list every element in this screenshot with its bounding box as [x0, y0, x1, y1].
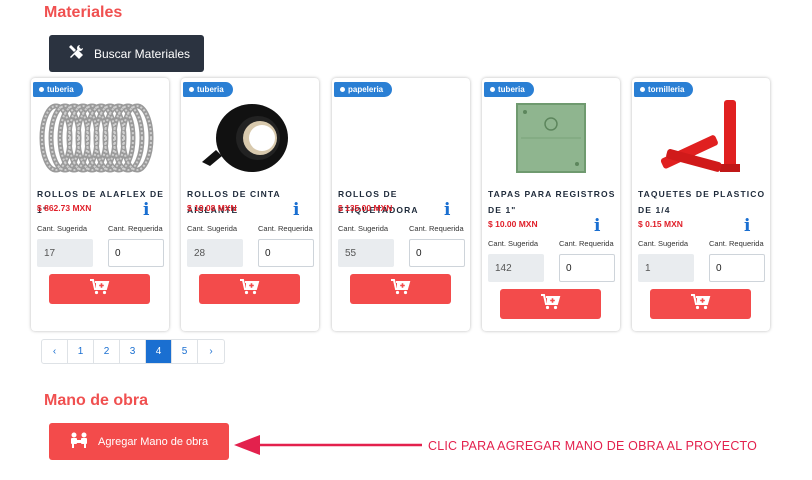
page-2[interactable]: 2	[94, 340, 120, 363]
category-label: tuberia	[47, 85, 74, 94]
add-to-cart-button[interactable]	[350, 274, 451, 304]
add-to-cart-icon	[690, 293, 711, 315]
category-badge: tornilleria	[634, 82, 694, 97]
add-to-cart-icon	[239, 278, 260, 300]
category-badge: tuberia	[33, 82, 83, 97]
product-card: tuberia ROLLOS DE ALAFLEX DE 1" $ 862.73 M…	[31, 78, 169, 331]
cant-sugerida-field: 28	[187, 239, 243, 267]
info-icon[interactable]: i	[143, 200, 149, 220]
info-icon[interactable]: i	[594, 216, 600, 236]
mano-obra-title: Mano de obra	[44, 392, 149, 409]
add-to-cart-button[interactable]	[500, 289, 601, 319]
product-price: $ 19.08 MXN	[187, 203, 237, 213]
sugerida-label: Cant. Sugerida	[187, 224, 238, 233]
info-icon[interactable]: i	[444, 200, 450, 220]
add-to-cart-button[interactable]	[49, 274, 150, 304]
category-label: papeleria	[348, 85, 384, 94]
category-badge: papeleria	[334, 82, 393, 97]
product-name: TAQUETES DE PLASTICO DE 1/4	[638, 189, 766, 215]
product-card: papeleria ROLLOS DE ETIQUETADORA $ 135.00 …	[332, 78, 470, 331]
page-1[interactable]: 1	[68, 340, 94, 363]
requerida-label: Cant. Requerida	[559, 239, 614, 248]
requerida-label: Cant. Requerida	[409, 224, 464, 233]
requerida-label: Cant. Requerida	[709, 239, 764, 248]
product-image	[185, 98, 315, 178]
add-to-cart-button[interactable]	[199, 274, 300, 304]
product-price: $ 10.00 MXN	[488, 219, 538, 229]
info-icon[interactable]: i	[293, 200, 299, 220]
cant-requerida-input[interactable]: 0	[108, 239, 164, 267]
product-card: tuberia ROLLOS DE CINTA AISLANTE $ 19.08 M…	[181, 78, 319, 331]
requerida-label: Cant. Requerida	[258, 224, 313, 233]
category-badge: tuberia	[183, 82, 233, 97]
add-to-cart-button[interactable]	[650, 289, 751, 319]
pagination: ‹ 1 2 3 4 5 ›	[41, 339, 225, 364]
cant-requerida-input[interactable]: 0	[709, 254, 765, 282]
info-icon[interactable]: i	[744, 216, 750, 236]
tools-icon	[67, 43, 85, 64]
cant-sugerida-field: 17	[37, 239, 93, 267]
agregar-mano-obra-label: Agregar Mano de obra	[98, 435, 209, 448]
agregar-mano-obra-button[interactable]: Agregar Mano de obra	[49, 423, 229, 460]
category-badge: tuberia	[484, 82, 534, 97]
product-image	[636, 98, 766, 178]
sugerida-label: Cant. Sugerida	[37, 224, 88, 233]
cant-sugerida-field: 1	[638, 254, 694, 282]
product-price: $ 135.00 MXN	[338, 203, 393, 213]
product-price: $ 862.73 MXN	[37, 203, 92, 213]
page-3[interactable]: 3	[120, 340, 146, 363]
sugerida-label: Cant. Sugerida	[488, 239, 539, 248]
category-label: tuberia	[498, 85, 525, 94]
cant-requerida-input[interactable]: 0	[258, 239, 314, 267]
page-5[interactable]: 5	[172, 340, 198, 363]
product-image	[35, 98, 165, 178]
workers-icon	[69, 432, 89, 451]
cant-requerida-input[interactable]: 0	[409, 239, 465, 267]
cant-requerida-input[interactable]: 0	[559, 254, 615, 282]
product-card: tornilleria TAQUETES DE PLASTICO DE 1/4 $ …	[632, 78, 770, 331]
category-label: tornilleria	[648, 85, 685, 94]
cant-sugerida-field: 55	[338, 239, 394, 267]
requerida-label: Cant. Requerida	[108, 224, 163, 233]
product-price: $ 0.15 MXN	[638, 219, 683, 229]
annotation-text: CLIC PARA AGREGAR MANO DE OBRA AL PROYEC…	[428, 439, 758, 453]
buscar-materiales-label: Buscar Materiales	[94, 46, 191, 61]
add-to-cart-icon	[89, 278, 110, 300]
product-name: TAPAS PARA REGISTROS DE 1"	[488, 189, 616, 215]
product-card: tuberia TAPAS PARA REGISTROS DE 1" $ 10.00…	[482, 78, 620, 331]
buscar-materiales-button[interactable]: Buscar Materiales	[49, 35, 204, 72]
category-label: tuberia	[197, 85, 224, 94]
product-image	[336, 98, 466, 178]
page-4[interactable]: 4	[146, 340, 172, 363]
materiales-title: Materiales	[44, 4, 123, 21]
annotation-arrow-icon	[234, 435, 422, 455]
cant-sugerida-field: 142	[488, 254, 544, 282]
page-prev[interactable]: ‹	[42, 340, 68, 363]
sugerida-label: Cant. Sugerida	[338, 224, 389, 233]
add-to-cart-icon	[540, 293, 561, 315]
page-next[interactable]: ›	[198, 340, 224, 363]
add-to-cart-icon	[390, 278, 411, 300]
sugerida-label: Cant. Sugerida	[638, 239, 689, 248]
product-image	[486, 98, 616, 178]
